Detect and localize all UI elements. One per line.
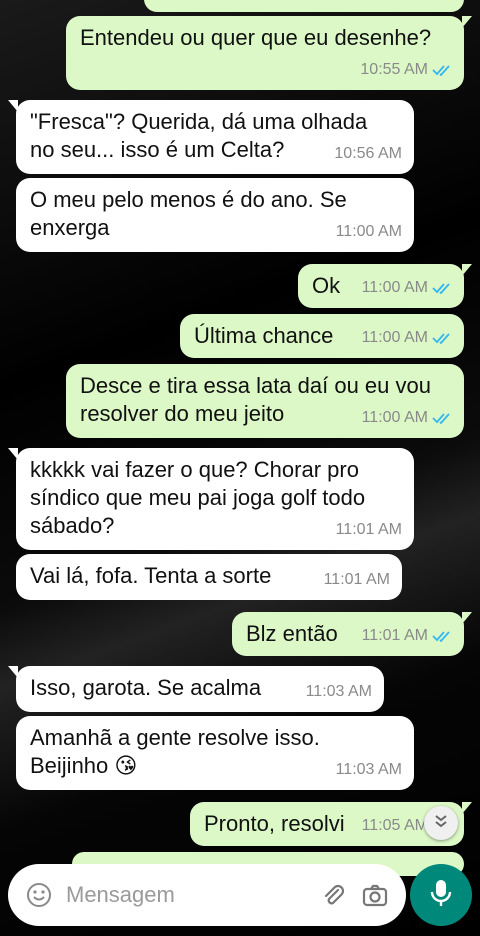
message-bubble[interactable]: Vai lá, fofa. Tenta a sorte 11:01 AM <box>16 554 402 600</box>
message-text: Entendeu ou quer que eu desenhe? <box>80 25 432 50</box>
message-time: 11:01 AM <box>323 571 390 588</box>
message-bubble[interactable]: Entendeu ou quer que eu desenhe? 10:55 A… <box>66 16 472 90</box>
mic-icon <box>429 878 453 913</box>
message-bubble[interactable]: Pronto, resolvi 11:05 AM <box>190 802 472 846</box>
message-bubble[interactable]: Última chance 11:00 AM <box>180 314 464 358</box>
message-bubble[interactable]: kkkkk vai fazer o que? Chorar pro síndic… <box>8 448 414 550</box>
message-bubble[interactable]: Amanhã a gente resolve isso. Beijinho 😘 … <box>16 716 414 790</box>
message-time: 10:56 AM <box>334 145 402 162</box>
camera-icon[interactable] <box>358 878 392 912</box>
composer-bar: Mensagem <box>8 864 406 926</box>
message-time: 11:03 AM <box>305 683 372 700</box>
message-time: 11:03 AM <box>335 761 402 778</box>
emoji-icon[interactable] <box>22 878 56 912</box>
message-bubble[interactable]: Isso, garota. Se acalma 11:03 AM <box>8 666 384 712</box>
message-time: 11:00 AM <box>361 279 428 296</box>
message-time: 11:00 AM <box>335 223 402 240</box>
message-time: 11:00 AM <box>361 329 428 346</box>
double-check-icon <box>432 282 452 294</box>
double-check-icon <box>432 332 452 344</box>
message-input[interactable]: Mensagem <box>66 882 316 908</box>
message-time: 11:05 AM <box>361 817 428 834</box>
message-time: 10:55 AM <box>360 61 428 78</box>
double-check-icon <box>432 412 452 424</box>
message-bubble[interactable]: Blz então 11:01 AM <box>232 612 472 656</box>
message-bubble[interactable]: Desce e tira essa lata daí ou eu vou res… <box>66 364 464 438</box>
message-bubble[interactable]: "Fresca"? Querida, dá uma olhada no seu.… <box>8 100 414 174</box>
partial-message-top <box>144 0 464 12</box>
message-time: 11:01 AM <box>335 521 402 538</box>
message-bubble[interactable]: Ok 11:00 AM <box>298 264 472 308</box>
mic-button[interactable] <box>410 864 472 926</box>
paperclip-icon[interactable] <box>316 878 350 912</box>
message-bubble[interactable]: O meu pelo menos é do ano. Se enxerga 11… <box>16 178 414 252</box>
double-check-icon <box>432 64 452 76</box>
message-time: 11:00 AM <box>361 409 428 426</box>
message-time: 11:01 AM <box>361 627 428 644</box>
double-chevron-down-icon <box>432 812 450 835</box>
scroll-down-button[interactable] <box>424 806 458 840</box>
double-check-icon <box>432 630 452 642</box>
